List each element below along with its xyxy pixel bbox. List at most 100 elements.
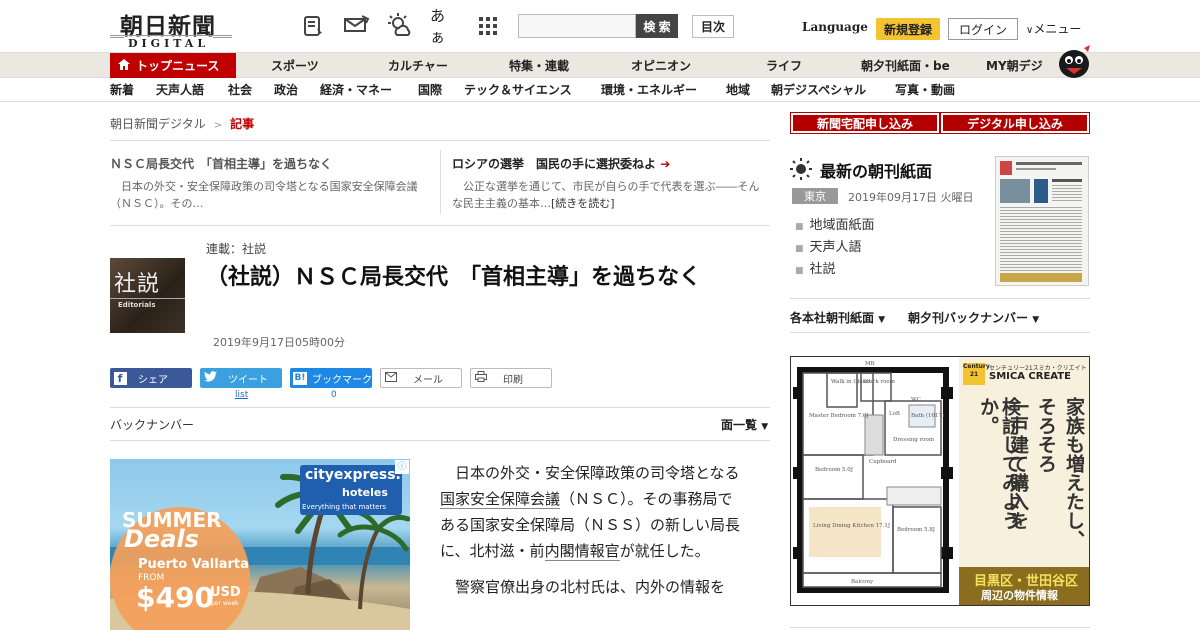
adchoices-icon[interactable]: ⓘ bbox=[395, 460, 409, 474]
search-input[interactable] bbox=[518, 14, 636, 38]
keyword-link-nsc[interactable]: 国家安全保障会議 bbox=[440, 490, 561, 509]
digital-subscribe-button[interactable]: デジタル申し込み bbox=[940, 112, 1090, 134]
caret-down-icon: ▼ bbox=[761, 422, 769, 432]
nav-item-top-news[interactable]: トップニュース bbox=[110, 53, 236, 79]
twitter-icon bbox=[200, 371, 220, 385]
menu-label: メニュー bbox=[1033, 22, 1082, 36]
ad-copy-line: そろそろ bbox=[1035, 397, 1057, 473]
divider bbox=[440, 150, 441, 214]
ad-area-sub: 周辺の物件情報 bbox=[981, 589, 1058, 602]
menu-button[interactable]: ∨メニュー bbox=[1026, 20, 1081, 37]
link-label: 地域面紙面 bbox=[809, 218, 875, 233]
dropdown-label: 面一覧 bbox=[721, 418, 758, 432]
nav-item-paper[interactable]: 朝夕刊紙面・be bbox=[861, 53, 950, 79]
newspaper-delivery-button[interactable]: 新聞宅配申し込み bbox=[790, 112, 940, 134]
page-list-dropdown[interactable]: 面一覧 ▼ bbox=[721, 416, 768, 433]
article-body: 日本の外交・安全保障政策の司令塔となる国家安全保障会議（ＮＳＣ）。その事務局であ… bbox=[440, 460, 746, 610]
room-label: Master Bedroom 7.0J bbox=[809, 413, 869, 419]
toc-button[interactable]: 目次 bbox=[692, 15, 734, 38]
latest-morning-paper-title[interactable]: 最新の朝刊紙面 bbox=[820, 158, 932, 182]
keyword-link-cabinet-intelligence[interactable]: 内閣情報官 bbox=[544, 542, 620, 561]
subnav-item-special[interactable]: 朝デジスペシャル bbox=[771, 78, 866, 102]
nav-item-life[interactable]: ライフ bbox=[766, 53, 802, 79]
text: が就任した。 bbox=[619, 542, 710, 560]
newspaper-front-page-thumbnail[interactable] bbox=[995, 156, 1089, 286]
scrap-icon[interactable] bbox=[300, 12, 328, 40]
logo-rule bbox=[110, 35, 232, 36]
subnav-item-environment[interactable]: 環境・エネルギー bbox=[601, 78, 697, 102]
subnav-item-photo-video[interactable]: 写真・動画 bbox=[895, 78, 955, 102]
subnav-item-tenseijingo[interactable]: 天声人語 bbox=[156, 78, 204, 102]
century21-smica-create-ad[interactable]: Walk in Closet Stock room Master Bedroom… bbox=[790, 356, 1090, 606]
nav-item-culture[interactable]: カルチャー bbox=[388, 53, 448, 79]
nav-item-features[interactable]: 特集・連載 bbox=[509, 53, 569, 79]
message-icon[interactable] bbox=[342, 12, 370, 40]
search-button[interactable]: 検 索 bbox=[636, 14, 678, 38]
subnav-item-economy[interactable]: 経済・マネー bbox=[320, 78, 392, 102]
back-number-dropdown[interactable]: 朝夕刊バックナンバー ▼ bbox=[908, 309, 1039, 326]
font-size-icon[interactable]: あぁ bbox=[430, 7, 458, 46]
facebook-share-button[interactable]: f シェア bbox=[110, 368, 192, 388]
twitter-count-link[interactable]: list bbox=[235, 390, 248, 400]
paper-link-editorial[interactable]: ■ 社説 bbox=[795, 258, 836, 277]
ad-currency: USD bbox=[210, 585, 241, 600]
teaser-editorial-russia[interactable]: ロシアの選挙 国民の手に選択委ねよ ➔ 公正な選挙を通じて、市民が自らの手で代表… bbox=[452, 155, 770, 212]
subnav-item-society[interactable]: 社会 bbox=[228, 78, 252, 102]
print-icon bbox=[471, 371, 491, 385]
link-label: 天声人語 bbox=[809, 240, 862, 255]
back-numbers-label[interactable]: バックナンバー bbox=[110, 416, 194, 433]
ad-headline-deals: Deals bbox=[124, 525, 199, 553]
language-link[interactable]: Language bbox=[802, 20, 868, 34]
weather-icon[interactable] bbox=[386, 12, 414, 40]
ad-per-week: per week bbox=[211, 600, 239, 607]
asahi-digital-logo[interactable]: 朝日新聞 DIGITAL bbox=[110, 6, 232, 50]
signup-button[interactable]: 新規登録 bbox=[876, 18, 940, 40]
article-headline: （社説）ＮＳＣ局長交代 「首相主導」を過ちなく bbox=[206, 265, 702, 290]
ad-brand: cityexpress. bbox=[305, 467, 401, 483]
nav-item-sports[interactable]: スポーツ bbox=[271, 53, 319, 79]
article-paragraph: 警察官僚出身の北村氏は、内外の情報を bbox=[440, 574, 746, 600]
facebook-icon: f bbox=[110, 371, 130, 385]
grid-menu-icon[interactable] bbox=[474, 12, 502, 40]
teaser-body: 公正な選挙を通じて、市民が自らの手で代表を選ぶ――そんな民主主義の基本…[続きを… bbox=[452, 178, 770, 212]
login-button[interactable]: ログイン bbox=[948, 18, 1018, 40]
nav-item-opinion[interactable]: オピニオン bbox=[631, 53, 691, 79]
cityexpress-ad[interactable]: cityexpress. hoteles Everything that mat… bbox=[110, 459, 410, 630]
mail-button[interactable]: メール bbox=[380, 368, 462, 388]
bullet-icon: ■ bbox=[795, 244, 804, 254]
paper-link-local[interactable]: ■ 地域面紙面 bbox=[795, 214, 875, 233]
series-label[interactable]: 連載：社説 bbox=[206, 240, 266, 257]
subnav-item-region[interactable]: 地域 bbox=[726, 78, 750, 102]
twitter-share-button[interactable]: ツイート bbox=[200, 368, 282, 388]
teaser-title: ＮＳＣ局長交代 「首相主導」を過ちなく bbox=[110, 157, 333, 171]
regional-papers-dropdown[interactable]: 各本社朝刊紙面 ▼ bbox=[790, 309, 885, 326]
button-label: ツイート bbox=[228, 374, 268, 386]
text: 警察官僚出身の北村氏は、内外の情報を bbox=[455, 578, 726, 596]
mail-icon bbox=[381, 371, 401, 385]
subnav-item-latest[interactable]: 新着 bbox=[110, 78, 134, 102]
home-icon bbox=[118, 53, 130, 79]
teaser-title-text: ロシアの選挙 国民の手に選択委ねよ bbox=[452, 157, 657, 171]
hatena-count[interactable]: 0 bbox=[331, 390, 337, 400]
subnav-item-politics[interactable]: 政治 bbox=[274, 78, 298, 102]
print-button[interactable]: 印刷 bbox=[470, 368, 552, 388]
hatena-bookmark-button[interactable]: B! ブックマーク bbox=[290, 368, 372, 388]
read-more-link[interactable]: [続きを読む] bbox=[551, 197, 615, 210]
logo-digital: DIGITAL bbox=[124, 37, 214, 50]
room-label: Balcony bbox=[851, 579, 874, 585]
button-label: 印刷 bbox=[503, 374, 523, 386]
nav-item-my-asadigi[interactable]: MY朝デジ bbox=[986, 53, 1043, 79]
paper-link-tenseijingo[interactable]: ■ 天声人語 bbox=[795, 236, 862, 255]
bullet-icon: ■ bbox=[795, 266, 804, 276]
button-label: シェア bbox=[138, 374, 168, 386]
breadcrumb-home[interactable]: 朝日新聞デジタル bbox=[110, 117, 206, 131]
editorial-thumbnail: 社説 Editorials bbox=[110, 258, 185, 333]
room-label: Cupboard bbox=[869, 459, 897, 465]
ad-copy-line: 検討してみようか。 bbox=[977, 397, 1021, 530]
sun-icon bbox=[790, 158, 812, 183]
teaser-editorial-nsc[interactable]: ＮＳＣ局長交代 「首相主導」を過ちなく 日本の外交・安全保障政策の司令塔となる国… bbox=[110, 155, 428, 212]
breadcrumb-current: 記事 bbox=[230, 117, 255, 131]
subnav-item-international[interactable]: 国際 bbox=[418, 78, 442, 102]
teaser-title: ロシアの選挙 国民の手に選択委ねよ ➔ bbox=[452, 155, 770, 172]
subnav-item-tech-science[interactable]: テック＆サイエンス bbox=[464, 78, 572, 102]
